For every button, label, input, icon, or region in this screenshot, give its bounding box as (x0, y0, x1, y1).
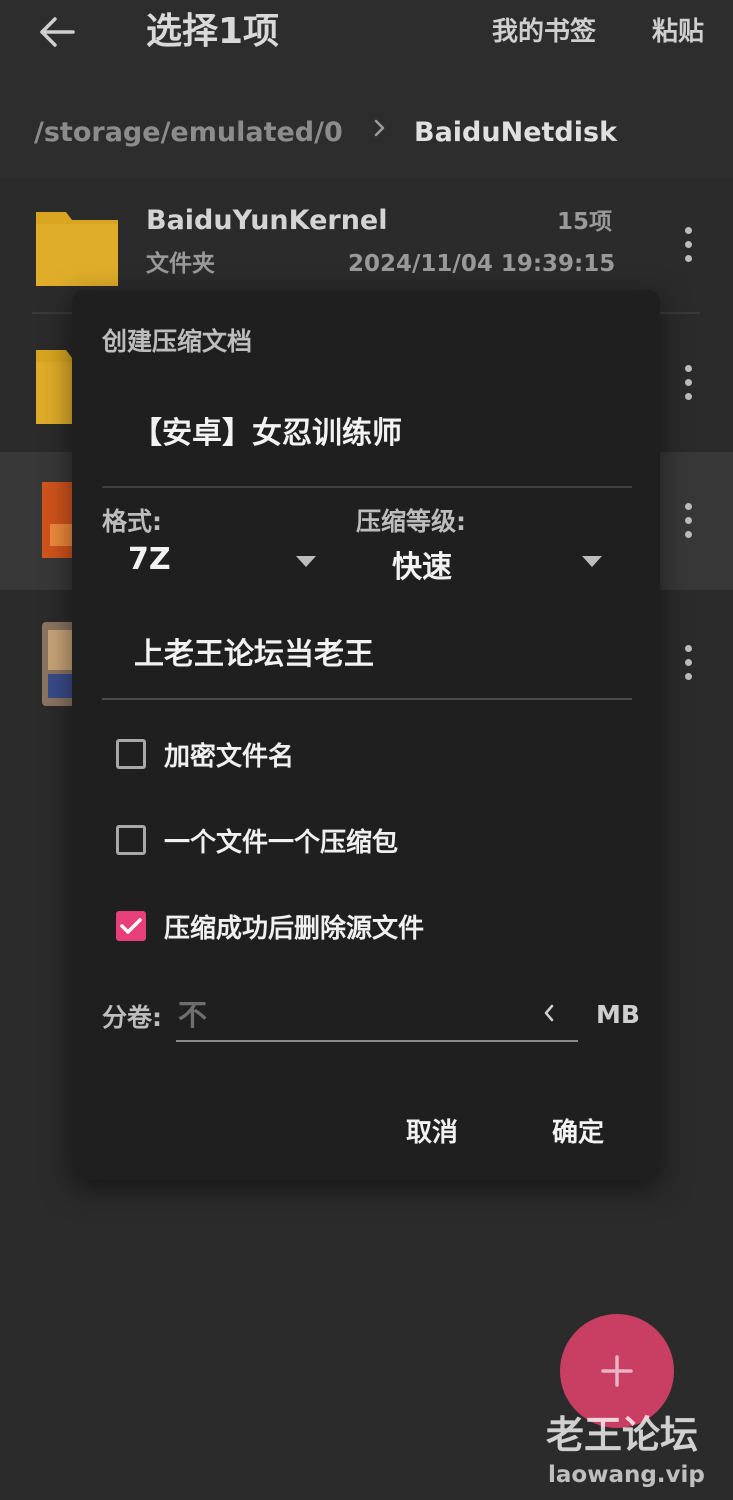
plus-icon (601, 1355, 633, 1387)
dialog-title: 创建压缩文档 (102, 327, 253, 356)
more-options-button[interactable] (668, 214, 708, 274)
breadcrumb-current[interactable]: BaiduNetdisk (414, 114, 617, 152)
file-manager-screen: 选择1项 我的书签 粘贴 /storage/emulated/0 BaiduNe… (0, 0, 733, 1500)
cancel-button[interactable]: 取消 (406, 1116, 458, 1150)
format-select[interactable]: 7Z (102, 538, 324, 588)
option-label: 加密文件名 (164, 741, 295, 772)
dropdown-arrow-icon (582, 556, 602, 567)
compression-level-select[interactable]: 快速 (366, 538, 616, 588)
watermark-brand: 老王论坛 (546, 1413, 699, 1457)
chevron-left-icon[interactable] (542, 1002, 556, 1028)
more-options-button[interactable] (668, 352, 708, 412)
file-name: BaiduYunKernel (146, 205, 388, 236)
compression-level-value: 快速 (392, 550, 452, 585)
delete-source-option[interactable]: 压缩成功后删除源文件 (116, 906, 424, 946)
file-type: 文件夹 (146, 251, 215, 277)
arrow-left-icon (40, 17, 75, 47)
folder-icon (36, 212, 118, 286)
option-label: 一个文件一个压缩包 (164, 827, 399, 858)
split-volume-input[interactable] (176, 990, 520, 1040)
modified-date: 2024/11/04 19:39:15 (348, 251, 616, 277)
encrypt-filenames-option[interactable]: 加密文件名 (116, 734, 294, 774)
paste-button[interactable]: 粘贴 (652, 12, 704, 52)
checkbox-checked[interactable] (116, 911, 146, 941)
split-volume-label: 分卷: (102, 1003, 162, 1032)
breadcrumb: /storage/emulated/0 BaiduNetdisk (0, 86, 733, 178)
checkbox[interactable] (116, 825, 146, 855)
split-unit-label: MB (596, 1000, 640, 1029)
checkbox[interactable] (116, 739, 146, 769)
watermark-url: laowang.vip (548, 1462, 705, 1488)
create-archive-dialog: 创建压缩文档 格式: 7Z 压缩等级: 快速 加密文件名 一个文件一个压缩包 (72, 290, 660, 1180)
bookmarks-button[interactable]: 我的书签 (492, 12, 596, 52)
split-volume-field (176, 990, 578, 1042)
one-archive-per-file-option[interactable]: 一个文件一个压缩包 (116, 820, 398, 860)
checkmark-icon (120, 918, 142, 934)
option-label: 压缩成功后删除源文件 (164, 913, 425, 944)
page-title: 选择1项 (146, 11, 280, 52)
confirm-button[interactable]: 确定 (552, 1116, 604, 1150)
compression-level-label: 压缩等级: (356, 507, 466, 536)
more-options-button[interactable] (668, 632, 708, 692)
more-options-button[interactable] (668, 490, 708, 550)
add-fab-button[interactable] (560, 1314, 674, 1428)
top-app-bar: 选择1项 我的书签 粘贴 (0, 0, 733, 86)
password-field (102, 616, 632, 700)
breadcrumb-root[interactable]: /storage/emulated/0 (34, 114, 343, 152)
back-button[interactable] (30, 10, 84, 54)
dropdown-arrow-icon (296, 556, 316, 567)
item-count: 15项 (557, 209, 613, 235)
chevron-right-icon (372, 116, 388, 144)
format-label: 格式: (102, 507, 162, 536)
password-input[interactable] (102, 616, 632, 676)
format-value: 7Z (128, 542, 171, 577)
archive-name-field (102, 398, 632, 488)
archive-name-input[interactable] (102, 398, 632, 458)
